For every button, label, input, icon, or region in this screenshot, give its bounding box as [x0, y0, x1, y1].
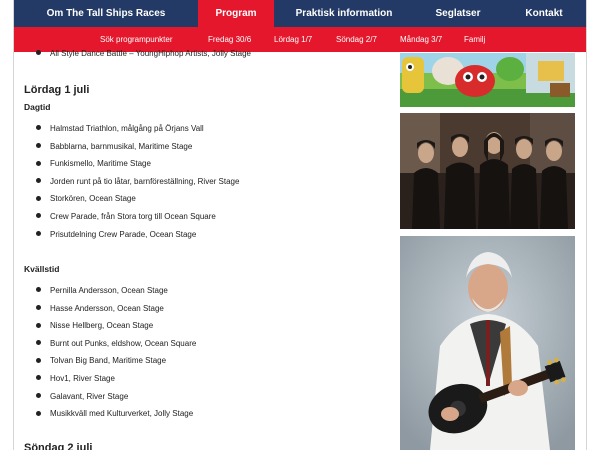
bullet-icon	[36, 392, 41, 398]
list-item-text: Jorden runt på tio låtar, barnföreställn…	[50, 176, 240, 186]
list-item: Crew Parade, från Stora torg till Ocean …	[36, 208, 239, 226]
list-item-text: Funkismello, Maritime Stage	[50, 159, 151, 169]
list-item-text: Tolvan Big Band, Maritime Stage	[50, 356, 167, 366]
list-item: Jorden runt på tio låtar, barnföreställn…	[36, 173, 239, 191]
babblarna-photo[interactable]	[400, 53, 575, 107]
subnav-item-familj[interactable]: Familj	[464, 27, 485, 53]
list-item: Hasse Andersson, Ocean Stage	[36, 300, 196, 318]
bullet-icon	[36, 230, 41, 236]
list-item: Nisse Hellberg, Ocean Stage	[36, 317, 196, 335]
list-item: Storkören, Ocean Stage	[36, 190, 239, 208]
list-item-text: Nisse Hellberg, Ocean Stage	[50, 321, 154, 331]
list-item: Pernilla Andersson, Ocean Stage	[36, 282, 196, 300]
bullet-icon	[36, 357, 41, 363]
list-item: Burnt out Punks, eldshow, Ocean Square	[36, 335, 196, 353]
kvallstid-list: Pernilla Andersson, Ocean Stage Hasse An…	[36, 282, 196, 423]
bullet-icon	[36, 50, 41, 56]
list-item-text: Babblarna, barnmusikal, Maritime Stage	[50, 141, 193, 151]
nav-item-program[interactable]: Program	[198, 0, 274, 27]
list-item: Hov1, River Stage	[36, 370, 196, 388]
page: Om The Tall Ships Races Program Praktisk…	[0, 0, 600, 450]
bullet-icon	[36, 410, 41, 416]
list-item-text: Prisutdelning Crew Parade, Ocean Stage	[50, 229, 197, 239]
subnav-item-lordag[interactable]: Lördag 1/7	[274, 27, 312, 53]
main-navigation: Om The Tall Ships Races Program Praktisk…	[14, 0, 586, 27]
list-item-text: Hov1, River Stage	[50, 373, 115, 383]
list-item: Halmstad Triathlon, målgång på Örjans Va…	[36, 120, 239, 138]
list-item: Prisutdelning Crew Parade, Ocean Stage	[36, 226, 239, 244]
bullet-icon	[36, 195, 41, 201]
list-item-text: Hasse Andersson, Ocean Stage	[50, 303, 164, 313]
nav-item-om-tall-ships[interactable]: Om The Tall Ships Races	[14, 0, 198, 27]
bullet-icon	[36, 125, 41, 131]
nav-item-kontakt[interactable]: Kontakt	[502, 0, 586, 27]
bullet-icon	[36, 304, 41, 310]
guitarist-photo[interactable]	[400, 236, 575, 450]
dagtid-list: Halmstad Triathlon, målgång på Örjans Va…	[36, 120, 239, 243]
list-item-text: Musikkväll med Kulturverket, Jolly Stage	[50, 409, 194, 419]
list-item-text: Halmstad Triathlon, målgång på Örjans Va…	[50, 124, 204, 133]
bullet-icon	[36, 213, 41, 219]
list-item: Musikkväll med Kulturverket, Jolly Stage	[36, 405, 196, 423]
bullet-icon	[36, 287, 41, 293]
section-heading-kvallstid: Kvällstid	[24, 264, 60, 274]
band-photo[interactable]	[400, 113, 575, 229]
bullet-icon	[36, 142, 41, 148]
list-item: Galavant, River Stage	[36, 388, 196, 406]
list-item-text: Burnt out Punks, eldshow, Ocean Square	[50, 338, 197, 348]
bullet-icon	[36, 178, 41, 184]
bullet-icon	[36, 160, 41, 166]
bullet-icon	[36, 340, 41, 346]
bullet-icon	[36, 322, 41, 328]
left-border	[0, 0, 14, 450]
bullet-icon	[36, 375, 41, 381]
list-item-text: Crew Parade, från Stora torg till Ocean …	[50, 211, 216, 221]
subnav-item-mandag[interactable]: Måndag 3/7	[400, 27, 442, 53]
list-item-text: Pernilla Andersson, Ocean Stage	[50, 286, 168, 295]
day-heading: Lördag 1 juli	[24, 84, 90, 96]
next-day-heading: Söndag 2 juli	[24, 442, 93, 450]
right-border	[586, 0, 600, 450]
list-item-text: Storkören, Ocean Stage	[50, 194, 136, 204]
nav-item-seglatser[interactable]: Seglatser	[414, 0, 502, 27]
subnav-item-sondag[interactable]: Söndag 2/7	[336, 27, 377, 53]
nav-item-praktisk-information[interactable]: Praktisk information	[274, 0, 414, 27]
list-item-text: Galavant, River Stage	[50, 391, 129, 401]
list-item: Funkismello, Maritime Stage	[36, 155, 239, 173]
list-item: All Style Dance Battle – YoungHiphop Art…	[36, 47, 251, 61]
list-item: Tolvan Big Band, Maritime Stage	[36, 352, 196, 370]
list-item: Babblarna, barnmusikal, Maritime Stage	[36, 138, 239, 156]
list-item-text: All Style Dance Battle – YoungHiphop Art…	[50, 49, 252, 58]
section-heading-dagtid: Dagtid	[24, 102, 51, 112]
